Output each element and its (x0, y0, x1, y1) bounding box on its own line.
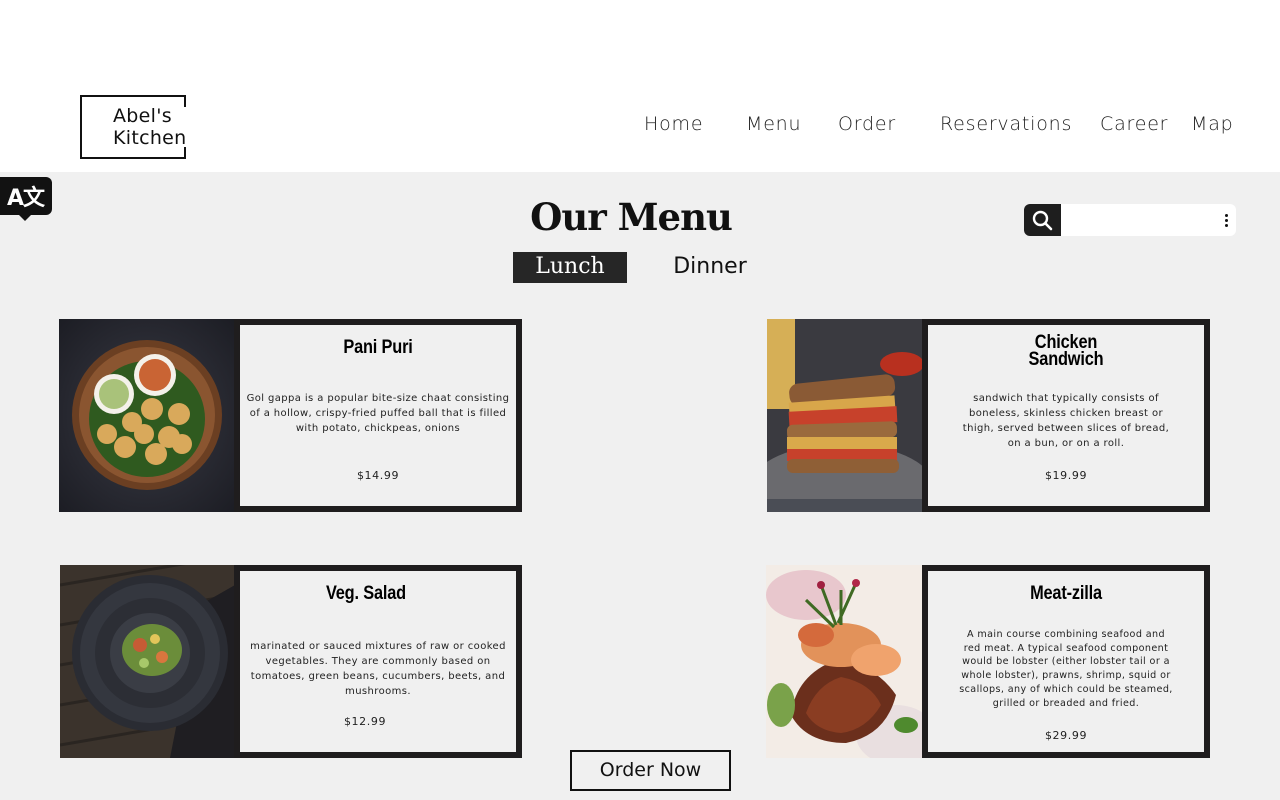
item-description: marinated or sauced mixtures of raw or c… (250, 641, 506, 697)
item-name: Meat-zilla (1030, 583, 1102, 604)
search-button[interactable] (1024, 204, 1061, 236)
item-name: Veg. Salad (325, 583, 406, 604)
item-price: $29.99 (1044, 729, 1088, 742)
item-price: $19.99 (1044, 469, 1088, 482)
nav-reservations[interactable]: Reservations (940, 113, 1072, 135)
logo[interactable]: Abel's Kitchen (80, 95, 186, 159)
more-vertical-icon[interactable] (1225, 214, 1228, 229)
tab-dinner[interactable]: Dinner (662, 252, 758, 283)
order-now-button[interactable]: Order Now (570, 750, 731, 791)
menu-item-card[interactable]: Meat-zilla A main course combining seafo… (922, 565, 1210, 758)
nav-home[interactable]: Home (644, 113, 703, 135)
menu-item-card[interactable]: Chicken Sandwich sandwich that typically… (922, 319, 1210, 512)
item-description: Gol gappa is a popular bite-size chaat c… (246, 393, 510, 434)
menu-item-card[interactable]: Pani Puri Gol gappa is a popular bite-si… (234, 319, 522, 512)
search-bar (1024, 204, 1236, 236)
site-header: Abel's Kitchen Home Menu Order Reservati… (0, 0, 1280, 172)
nav-map[interactable]: Map (1191, 113, 1234, 135)
search-icon (1032, 210, 1053, 231)
menu-item-card[interactable]: Veg. Salad marinated or sauced mixtures … (234, 565, 522, 758)
tab-lunch[interactable]: Lunch (513, 252, 627, 283)
item-name: Pani Puri (343, 337, 413, 358)
search-input[interactable] (1064, 208, 1214, 232)
meat-zilla-image (766, 565, 922, 758)
pani-puri-image (59, 319, 235, 512)
item-price: $12.99 (343, 715, 387, 728)
logo-text: Abel's Kitchen (113, 105, 187, 149)
nav-career[interactable]: Career (1100, 113, 1168, 135)
veg-salad-image (60, 565, 235, 758)
item-description: A main course combining seafood and red … (959, 629, 1173, 709)
item-price: $14.99 (356, 469, 400, 482)
chicken-sandwich-image (767, 319, 922, 512)
nav-order[interactable]: Order (838, 113, 896, 135)
nav-menu[interactable]: Menu (746, 113, 801, 135)
item-name: Chicken Sandwich (1028, 332, 1104, 370)
item-description: sandwich that typically consists of bone… (962, 393, 1170, 449)
